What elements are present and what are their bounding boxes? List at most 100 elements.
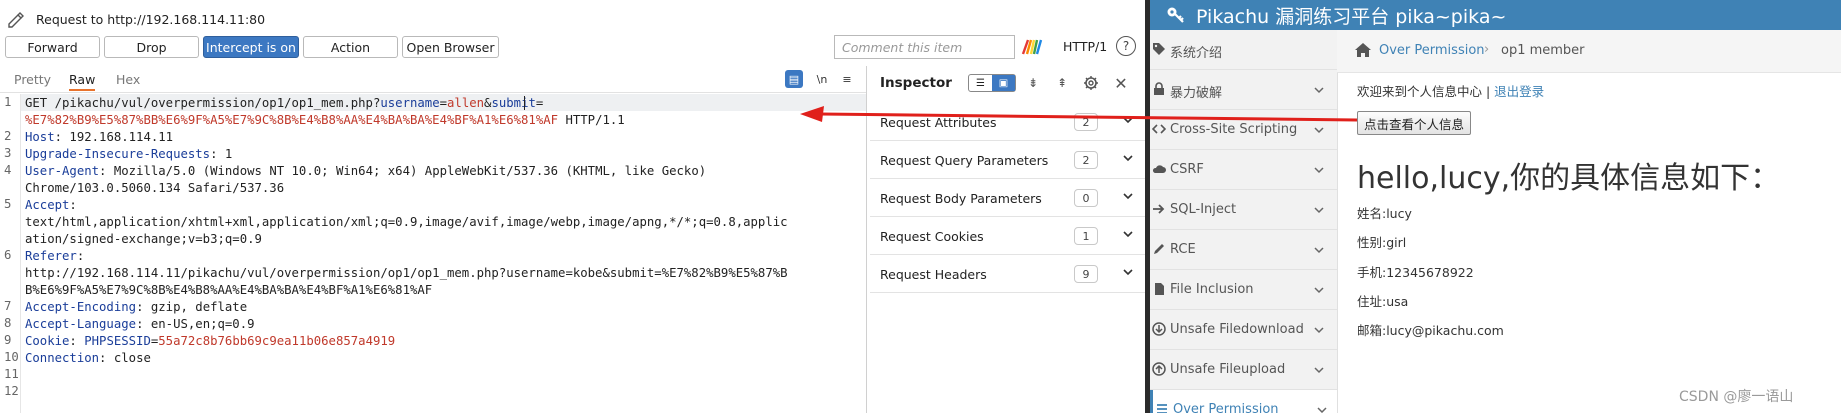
view-profile-button[interactable]: 点击查看个人信息 <box>1357 111 1472 135</box>
sidebar-item-label: 暴力破解 <box>1170 86 1223 101</box>
sidebar-item-file-inclusion[interactable]: File Inclusion <box>1150 270 1337 310</box>
gear-icon[interactable] <box>1082 74 1100 92</box>
wrap-lines-icon[interactable]: ▤ <box>785 70 803 88</box>
line-number: 5 <box>4 197 12 211</box>
lock-icon <box>1154 82 1164 95</box>
menu-icon[interactable]: ≡ <box>838 70 856 88</box>
param-value: %E7%82%B9%E5%87%BB%E6%9F%A5%E7%9C%8B%E4%… <box>25 113 559 127</box>
pikachu-browser-page: Pikachu 漏洞练习平台 pika~pika~ 系统介绍 暴力破解 Cros… <box>1150 0 1841 413</box>
header-key: Host <box>25 130 55 144</box>
pencil-icon[interactable] <box>6 9 26 29</box>
section-count-badge: 9 <box>1074 265 1098 283</box>
help-icon[interactable]: ? <box>1116 36 1136 56</box>
sidebar: 系统介绍 暴力破解 Cross-Site Scripting CSRF SQL-… <box>1150 30 1338 413</box>
forward-button[interactable]: Forward <box>5 36 100 58</box>
tab-pretty[interactable]: Pretty <box>14 72 51 87</box>
inspector-section-attributes[interactable]: Request Attributes 2 <box>870 103 1145 141</box>
chevron-down-icon <box>1123 193 1133 200</box>
request-title-bar: Request to http://192.168.114.11:80 <box>6 9 265 29</box>
sidebar-item-xss[interactable]: Cross-Site Scripting <box>1150 110 1337 150</box>
header-separator: : <box>69 334 85 348</box>
header-key: Accept <box>25 198 70 212</box>
header-referer-cont: B%E6%9F%A5%E7%9C%8B%E4%B8%AA%E4%BA%BA%E4… <box>25 283 433 297</box>
chevron-down-icon <box>1123 117 1133 124</box>
line-number: 3 <box>4 146 12 160</box>
sidebar-item-label: CSRF <box>1170 162 1204 177</box>
section-label: Request Body Parameters <box>880 191 1042 206</box>
drop-button[interactable]: Drop <box>104 36 199 58</box>
cookie-key: PHPSESSID <box>84 334 151 348</box>
header-referer: Referer: <box>25 248 84 265</box>
tab-divider <box>0 92 866 93</box>
header-key: User-Agent <box>25 164 100 178</box>
section-count-badge: 2 <box>1074 113 1098 131</box>
close-icon[interactable]: ✕ <box>1112 74 1130 93</box>
request-line: GET /pikachu/vul/overpermission/op1/op1_… <box>25 95 543 112</box>
inspector-section-headers[interactable]: Request Headers 9 <box>870 255 1145 293</box>
sidebar-item-brute-force[interactable]: 暴力破解 <box>1150 70 1337 110</box>
chevron-down-icon <box>1123 155 1133 162</box>
home-icon[interactable] <box>1354 42 1372 58</box>
http-protocol: HTTP/1.1 <box>558 113 625 127</box>
collapse-icon[interactable]: ⇞ <box>1053 74 1071 92</box>
line-number: 11 <box>4 367 19 381</box>
comment-input[interactable]: Comment this item <box>834 35 1015 59</box>
intercept-toggle-button[interactable]: Intercept is on <box>203 36 299 58</box>
action-button[interactable]: Action <box>303 36 398 58</box>
text-caret <box>524 96 525 110</box>
sidebar-item-unsafe-filedownload[interactable]: Unsafe Filedownload <box>1150 310 1337 350</box>
sidebar-item-label: SQL-Inject <box>1170 202 1237 217</box>
chevron-down-icon <box>1314 327 1324 334</box>
sidebar-item-intro[interactable]: 系统介绍 <box>1150 30 1337 70</box>
file-icon <box>1155 283 1164 295</box>
burp-proxy-panel: Request to http://192.168.114.11:80 Forw… <box>0 0 1145 413</box>
logout-link[interactable]: 退出登录 <box>1494 84 1544 99</box>
header-accept-cont: ation/signed-exchange;v=b3;q=0.9 <box>25 232 262 246</box>
line-number: 10 <box>4 350 19 364</box>
editor-inspector-splitter[interactable] <box>866 66 867 413</box>
sidebar-item-sql-inject[interactable]: SQL-Inject <box>1150 190 1337 230</box>
list-view-icon[interactable]: ☰ <box>969 75 992 91</box>
site-title[interactable]: Pikachu 漏洞练习平台 pika~pika~ <box>1196 2 1506 29</box>
header-referer-cont: http://192.168.114.11/pikachu/vul/overpe… <box>25 266 788 280</box>
sidebar-item-over-permission[interactable]: Over Permission <box>1150 390 1337 413</box>
header-cookie: Cookie: PHPSESSID=55a72c8b76bb69c9ea11b0… <box>25 333 395 350</box>
line-number: 12 <box>4 384 19 398</box>
header-upgrade: Upgrade-Insecure-Requests: 1 <box>25 146 232 163</box>
tab-hex[interactable]: Hex <box>116 72 140 87</box>
sidebar-item-rce[interactable]: RCE <box>1150 230 1337 270</box>
align-icon[interactable]: ⇟ <box>1024 74 1042 92</box>
breadcrumb-current: op1 member <box>1501 43 1585 58</box>
code-icon <box>1152 124 1166 134</box>
request-method-path: GET /pikachu/vul/overpermission/op1/op1_… <box>25 96 381 110</box>
line-number: 9 <box>4 333 12 347</box>
inspector-section-cookies[interactable]: Request Cookies 1 <box>870 217 1145 255</box>
sidebar-item-csrf[interactable]: CSRF <box>1150 150 1337 190</box>
section-label: Request Cookies <box>880 229 984 244</box>
info-phone: 手机:12345678922 <box>1357 265 1474 280</box>
line-number: 2 <box>4 129 12 143</box>
open-browser-button[interactable]: Open Browser <box>402 36 499 58</box>
inspector-section-body-params[interactable]: Request Body Parameters 0 <box>870 179 1145 217</box>
panel-view-icon[interactable]: ▣ <box>992 75 1015 91</box>
chevron-down-icon <box>1314 247 1324 254</box>
download-icon <box>1152 322 1166 336</box>
upload-icon <box>1152 362 1166 376</box>
request-line-cont: %E7%82%B9%E5%87%BB%E6%9F%A5%E7%9C%8B%E4%… <box>25 112 625 129</box>
highlight-color-icon[interactable] <box>1021 38 1043 56</box>
welcome-line: 欢迎来到个人信息中心 | 退出登录 <box>1357 81 1544 100</box>
header-value: : <box>76 249 85 263</box>
header-value: : 192.168.114.11 <box>54 130 174 144</box>
tab-raw[interactable]: Raw <box>69 72 96 91</box>
header-key: Accept-Encoding <box>25 300 137 314</box>
chevron-down-icon <box>1314 287 1324 294</box>
info-address: 住址:usa <box>1357 294 1409 309</box>
header-key: Referer <box>25 249 77 263</box>
http-version-selector[interactable]: HTTP/1 <box>1063 39 1107 54</box>
sidebar-item-unsafe-fileupload[interactable]: Unsafe Fileupload <box>1150 350 1337 390</box>
newline-toggle-icon[interactable]: \n <box>813 70 831 88</box>
inspector-section-query-params[interactable]: Request Query Parameters 2 <box>870 141 1145 179</box>
breadcrumb-section-link[interactable]: Over Permission <box>1379 43 1485 58</box>
raw-request-editor[interactable]: 1 2 3 4 5 6 7 8 9 10 11 12 GET /pikachu/… <box>0 94 866 413</box>
inspector-layout-toggle[interactable]: ☰ ▣ <box>968 74 1016 92</box>
